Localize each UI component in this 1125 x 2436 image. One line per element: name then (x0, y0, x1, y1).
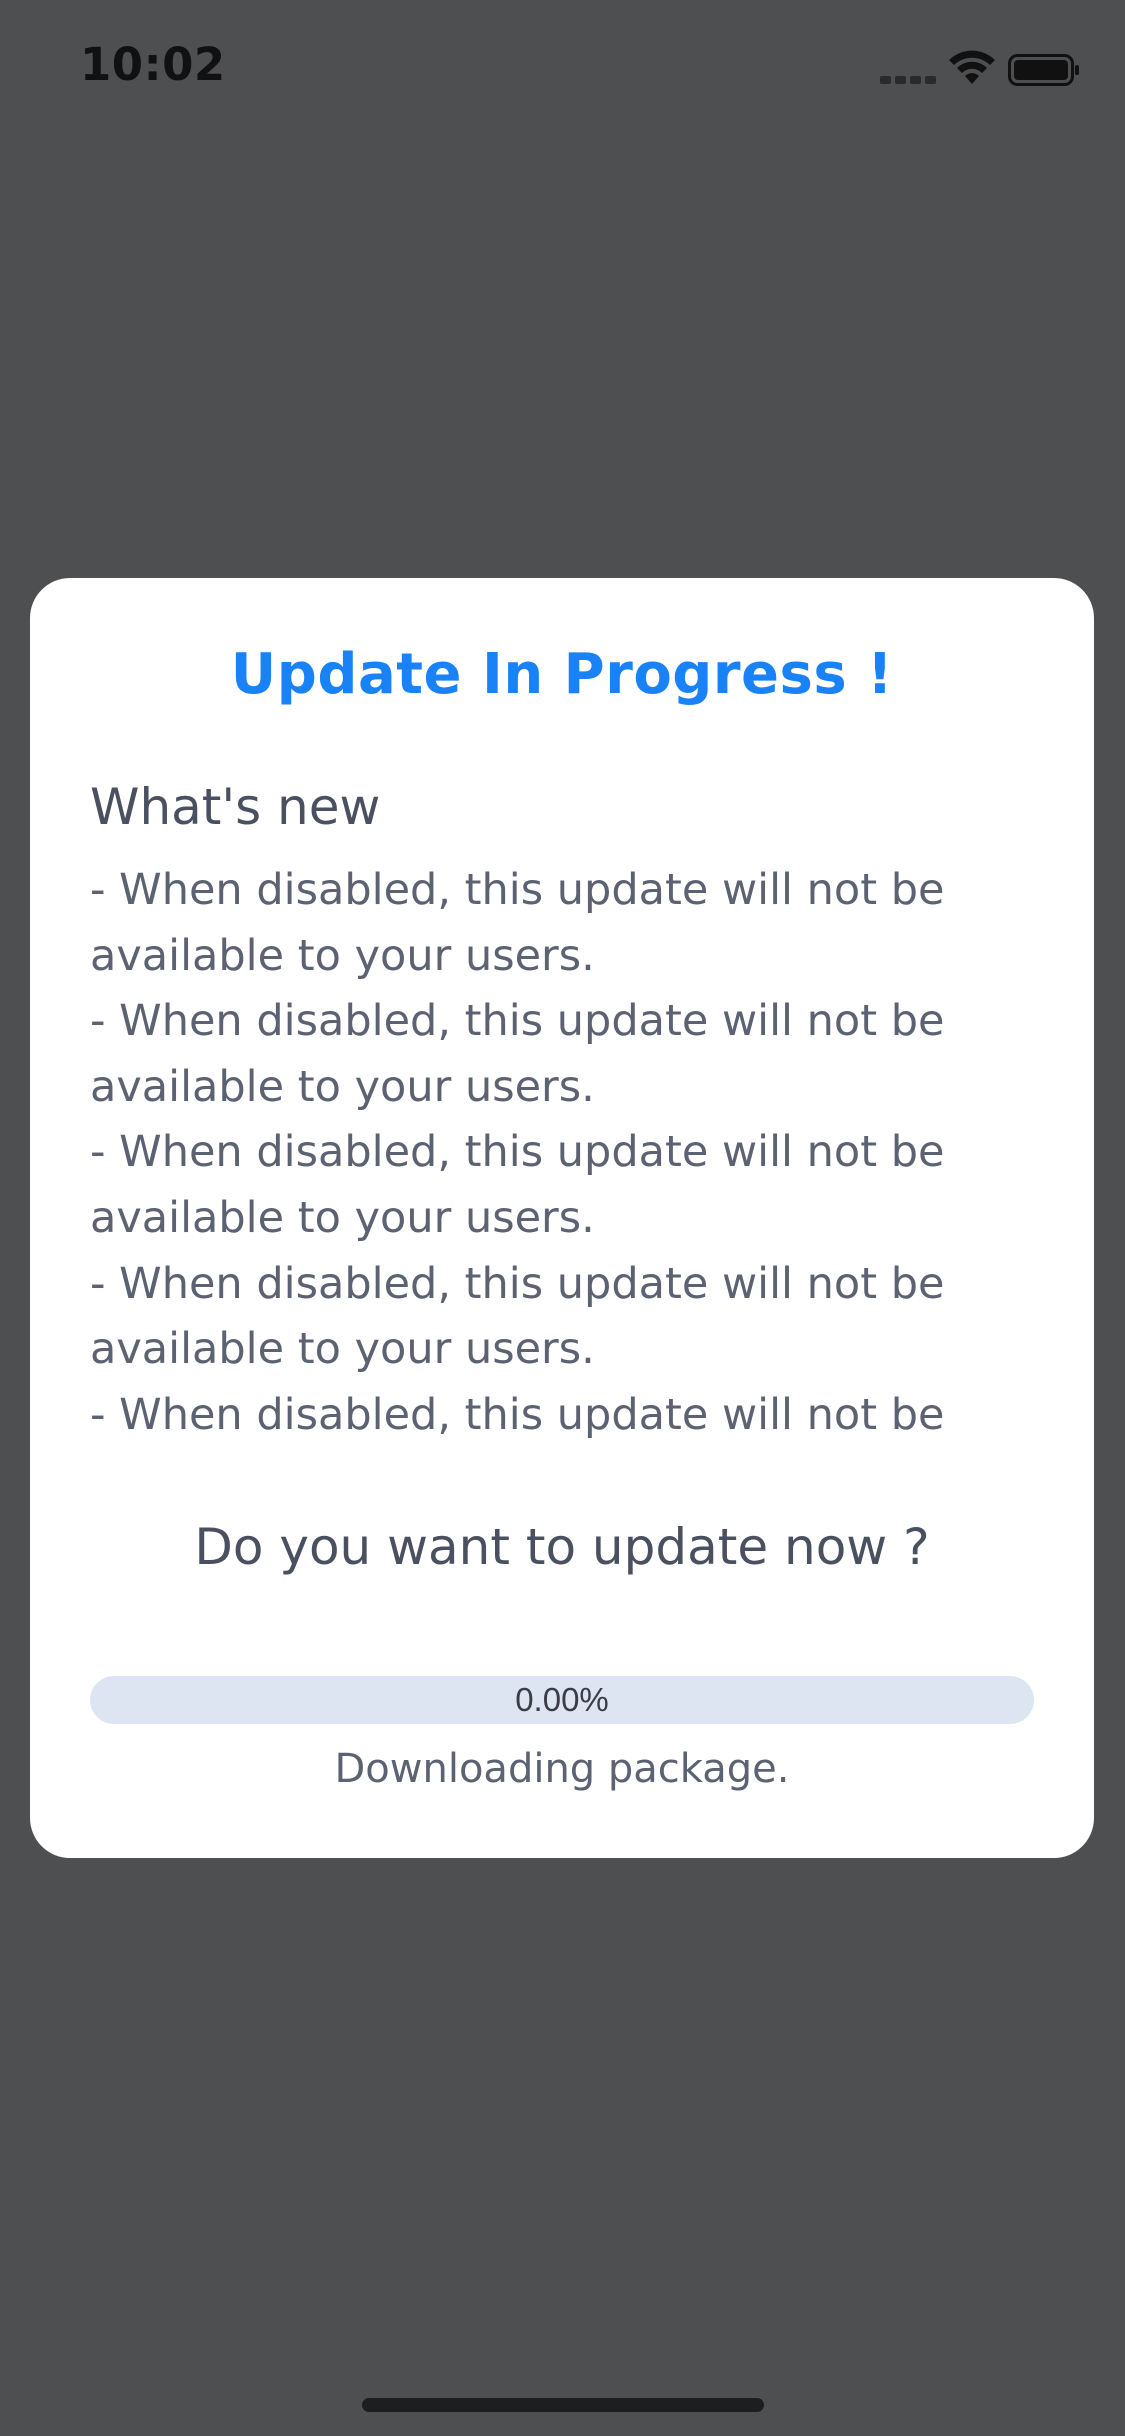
dialog-title: Update In Progress ! (230, 642, 894, 707)
cellular-signal-icon (880, 76, 936, 84)
wifi-icon (949, 50, 995, 84)
whats-new-heading: What's new (90, 778, 381, 836)
progress-percent-label: 0.00% (515, 1681, 609, 1718)
release-note-line: available to your users. (90, 1061, 595, 1112)
status-bar: 10:02 (0, 0, 1125, 140)
status-time: 10:02 (80, 38, 226, 91)
update-dialog: Update In Progress ! What's new - When d… (30, 578, 1094, 1858)
release-note-line: - When disabled, this update will not be (90, 1127, 945, 1178)
release-note-line: available to your users. (90, 1324, 595, 1375)
release-notes[interactable]: - When disabled, this update will not be… (90, 858, 1050, 1518)
release-note-line: - When disabled, this update will not be (90, 996, 945, 1047)
update-question: Do you want to update now ? (194, 1518, 930, 1576)
release-note-line: - When disabled, this update will not be (90, 1389, 945, 1440)
release-note-line: - When disabled, this update will not be (90, 1258, 945, 1309)
release-note-line: available to your users. (90, 1192, 595, 1243)
release-note-line: available to your users. (90, 930, 595, 981)
download-status-text: Downloading package. (334, 1746, 790, 1792)
battery-icon (1008, 54, 1079, 86)
home-indicator[interactable] (362, 2398, 764, 2412)
download-progress-bar: 0.00% (90, 1676, 1034, 1724)
release-note-line: - When disabled, this update will not be (90, 865, 945, 915)
